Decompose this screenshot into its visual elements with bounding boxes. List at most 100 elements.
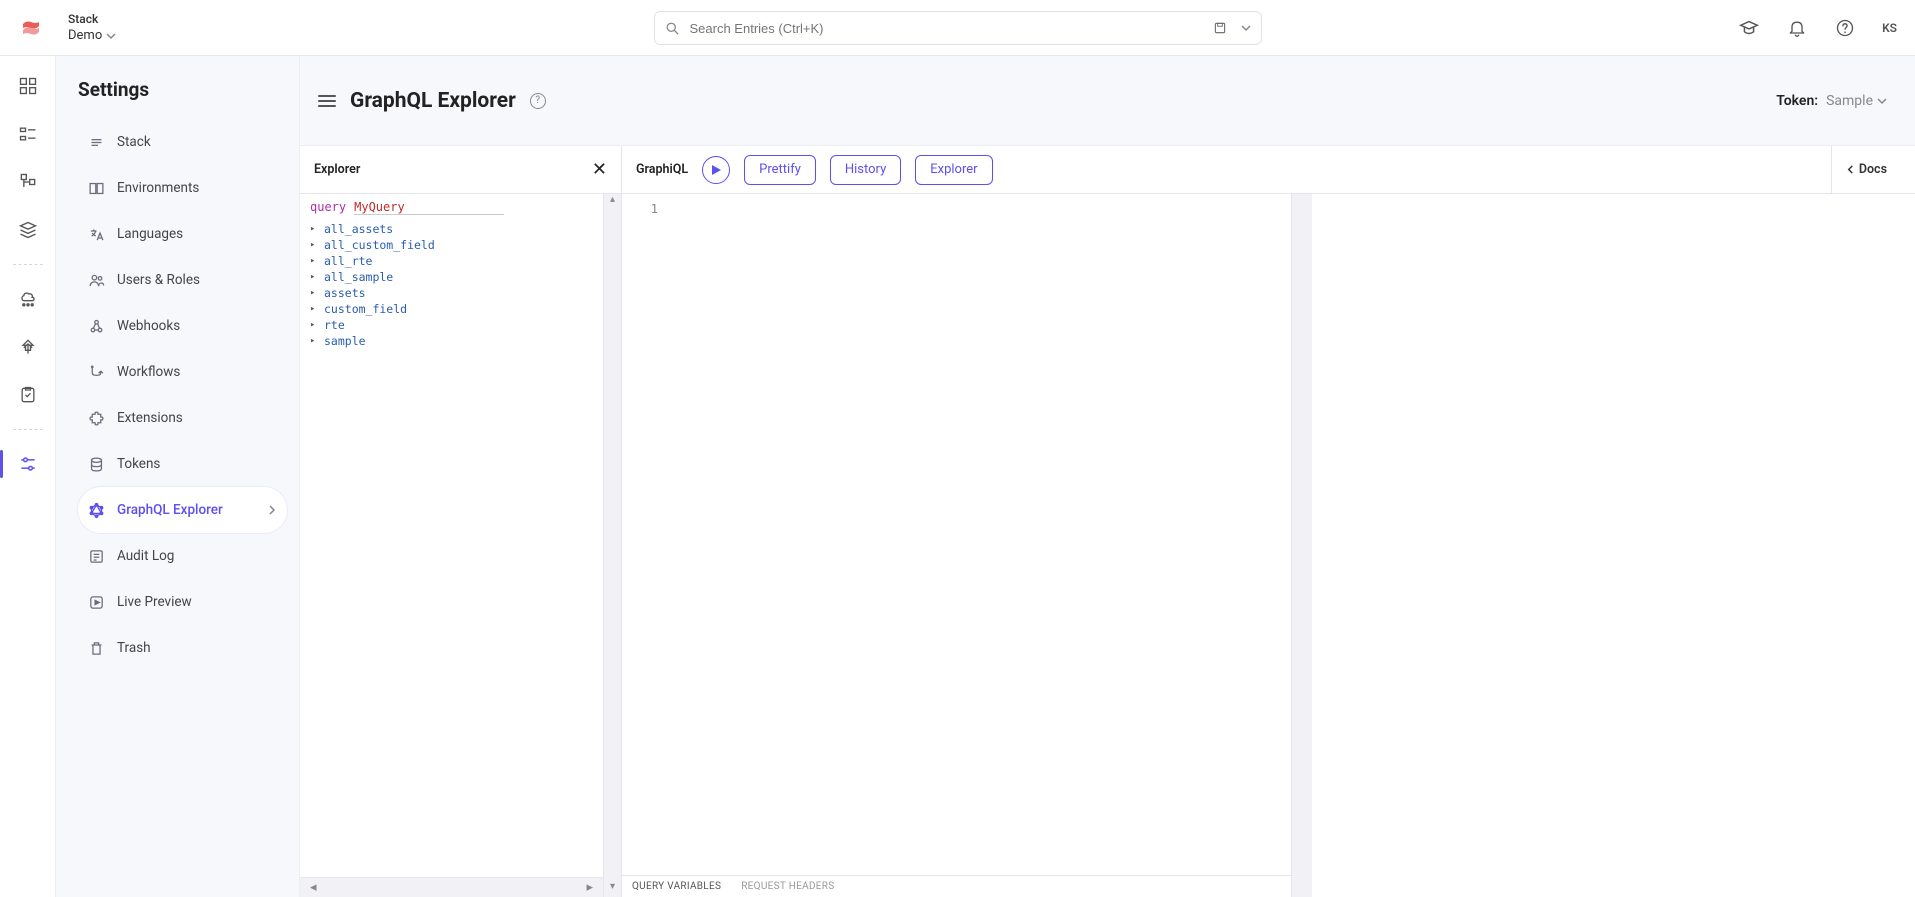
- token-selector[interactable]: Sample: [1826, 93, 1887, 109]
- chevron-left-icon: [1846, 165, 1855, 174]
- settings-item-label: Trash: [117, 640, 151, 656]
- expand-icon: ▸: [310, 224, 320, 234]
- menu-icon[interactable]: [318, 95, 336, 107]
- settings-item-label: Workflows: [117, 364, 180, 380]
- query-variables-tab[interactable]: QUERY VARIABLES: [632, 881, 721, 892]
- settings-item-label: Stack: [117, 134, 151, 150]
- rail-releases[interactable]: [8, 327, 48, 367]
- settings-item-tokens[interactable]: Tokens: [78, 441, 287, 487]
- rail-publish[interactable]: [8, 279, 48, 319]
- expand-icon: ▸: [310, 288, 320, 298]
- settings-item-live-preview[interactable]: Live Preview: [78, 579, 287, 625]
- query-editor[interactable]: [666, 194, 1291, 875]
- save-icon[interactable]: [1213, 21, 1227, 35]
- scroll-left-icon[interactable]: ◂: [310, 880, 317, 895]
- chevron-down-icon[interactable]: [1241, 23, 1251, 33]
- results-scrollbar[interactable]: [1292, 194, 1312, 897]
- rail-content-types[interactable]: [8, 162, 48, 202]
- expand-icon: ▸: [310, 336, 320, 346]
- settings-item-label: Languages: [117, 226, 183, 242]
- tree-item[interactable]: ▸ all_sample: [310, 269, 593, 285]
- execute-button[interactable]: [702, 156, 730, 184]
- scroll-up-icon[interactable]: ▴: [604, 194, 621, 210]
- settings-item-stack[interactable]: Stack: [78, 119, 287, 165]
- settings-item-label: Extensions: [117, 410, 183, 426]
- settings-item-users-roles[interactable]: Users & Roles: [78, 257, 287, 303]
- rail-assets[interactable]: [8, 210, 48, 250]
- stack-label: Stack: [68, 12, 116, 26]
- tree-item[interactable]: ▸ rte: [310, 317, 593, 333]
- settings-item-label: Webhooks: [117, 318, 180, 334]
- results-pane: [1292, 194, 1915, 897]
- user-avatar[interactable]: KS: [1882, 21, 1897, 35]
- stack-selector[interactable]: Demo: [68, 28, 116, 43]
- help-icon[interactable]: [1834, 17, 1856, 39]
- chevron-down-icon: [106, 31, 116, 41]
- settings-item-audit-log[interactable]: Audit Log: [78, 533, 287, 579]
- tree-item[interactable]: ▸ sample: [310, 333, 593, 349]
- tree-item[interactable]: ▸all_custom_field: [310, 237, 593, 253]
- explorer-panel-title: Explorer: [314, 162, 360, 177]
- graphiql-brand: GraphiQL: [636, 162, 688, 177]
- settings-item-label: GraphQL Explorer: [117, 502, 223, 518]
- vertical-scrollbar[interactable]: ▴ ▾: [603, 194, 621, 897]
- tree-item-label: all_rte: [324, 254, 372, 268]
- docs-label: Docs: [1859, 162, 1887, 177]
- settings-title: Settings: [78, 78, 287, 101]
- rail-tasks[interactable]: [8, 375, 48, 415]
- prettify-button[interactable]: Prettify: [744, 155, 816, 185]
- tree-item-label: assets: [324, 286, 366, 300]
- tree-item[interactable]: ▸ custom_field: [310, 301, 593, 317]
- stack-value: Demo: [68, 28, 102, 43]
- rail-dashboard[interactable]: [8, 66, 48, 106]
- search-input-wrapper[interactable]: [654, 11, 1262, 45]
- request-headers-tab[interactable]: REQUEST HEADERS: [741, 881, 834, 892]
- line-gutter: 1: [622, 194, 666, 875]
- search-icon: [665, 21, 680, 36]
- expand-icon: ▸: [310, 320, 320, 330]
- expand-icon: ▸: [310, 272, 320, 282]
- settings-item-label: Audit Log: [117, 548, 174, 564]
- help-icon[interactable]: ?: [530, 93, 546, 109]
- tree-item-label: all_custom_field: [324, 238, 435, 252]
- line-number: 1: [622, 202, 658, 216]
- education-icon[interactable]: [1738, 17, 1760, 39]
- tree-item-label: sample: [324, 334, 366, 348]
- rail-settings[interactable]: [8, 444, 48, 484]
- scroll-right-icon[interactable]: ▸: [586, 880, 593, 895]
- settings-item-workflows[interactable]: Workflows: [78, 349, 287, 395]
- tree-item[interactable]: ▸all_rte: [310, 253, 593, 269]
- explorer-tree: ▸all_assets▸all_custom_field▸all_rte▸all…: [300, 219, 603, 877]
- chevron-right-icon: [267, 505, 277, 515]
- explorer-button[interactable]: Explorer: [915, 155, 992, 185]
- settings-item-label: Users & Roles: [117, 272, 200, 288]
- history-button[interactable]: History: [830, 155, 901, 185]
- tree-item-label: custom_field: [324, 302, 407, 316]
- docs-button[interactable]: Docs: [1831, 146, 1901, 193]
- tree-item-label: all_sample: [324, 270, 393, 284]
- settings-item-graphql-explorer[interactable]: GraphQL Explorer: [78, 487, 287, 533]
- tree-item[interactable]: ▸ assets: [310, 285, 593, 301]
- close-icon[interactable]: ✕: [592, 159, 607, 180]
- settings-item-trash[interactable]: Trash: [78, 625, 287, 671]
- settings-item-extensions[interactable]: Extensions: [78, 395, 287, 441]
- app-logo[interactable]: [12, 9, 50, 47]
- settings-item-label: Environments: [117, 180, 199, 196]
- settings-item-label: Tokens: [117, 456, 160, 472]
- settings-item-label: Live Preview: [117, 594, 192, 610]
- expand-icon: ▸: [310, 304, 320, 314]
- token-label: Token:: [1776, 93, 1818, 109]
- query-name-input[interactable]: [354, 200, 504, 215]
- notifications-icon[interactable]: [1786, 17, 1808, 39]
- horizontal-scrollbar[interactable]: ◂ ▸: [300, 877, 603, 897]
- rail-entries[interactable]: [8, 114, 48, 154]
- scroll-down-icon[interactable]: ▾: [604, 881, 621, 897]
- settings-item-languages[interactable]: Languages: [78, 211, 287, 257]
- chevron-down-icon: [1877, 96, 1887, 106]
- tree-item-label: rte: [324, 318, 345, 332]
- search-input[interactable]: [690, 21, 1203, 36]
- tree-item-label: all_assets: [324, 222, 393, 236]
- settings-item-environments[interactable]: Environments: [78, 165, 287, 211]
- tree-item[interactable]: ▸ all_assets: [310, 221, 593, 237]
- settings-item-webhooks[interactable]: Webhooks: [78, 303, 287, 349]
